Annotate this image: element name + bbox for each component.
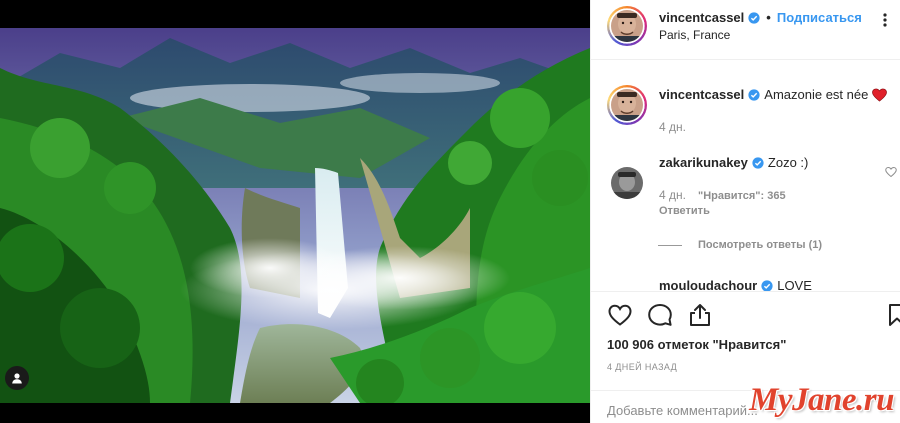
comment-meta: 4 дн. "Нравится": 365 (659, 188, 786, 202)
follow-button[interactable]: Подписаться (777, 10, 862, 25)
comment-username[interactable]: mouloudachour (659, 278, 757, 291)
waterfall-photo[interactable] (0, 28, 590, 403)
caption-author-avatar-image (611, 89, 643, 121)
likes-count[interactable]: 100 906 отметок "Нравится" (607, 337, 786, 352)
caption-time[interactable]: 4 дн. (659, 120, 686, 134)
verified-badge-icon (761, 279, 773, 291)
caption-text: Amazonie est née (764, 87, 869, 102)
comment-username[interactable]: zakarikunakey (659, 155, 748, 170)
comment-like-heart-icon[interactable] (885, 166, 897, 178)
comment-line: mouloudachour LOVE (659, 278, 812, 291)
post-author-username[interactable]: vincentcassel (659, 10, 744, 25)
reply-button[interactable]: Ответить (659, 205, 710, 217)
post-side-panel: vincentcassel • Подписаться Paris, Franc… (590, 0, 900, 423)
post-media (0, 0, 590, 423)
instagram-post-view: vincentcassel • Подписаться Paris, Franc… (0, 0, 900, 423)
user-tag-icon (12, 373, 22, 384)
post-header: vincentcassel • Подписаться Paris, Franc… (591, 0, 900, 60)
verified-badge-icon (748, 11, 760, 24)
author-avatar[interactable] (607, 6, 647, 46)
view-replies-button[interactable]: Посмотреть ответы (1) (698, 239, 822, 251)
post-author-line: vincentcassel • Подписаться (659, 10, 862, 25)
comment-text: LOVE (777, 278, 812, 291)
more-options-icon[interactable] (877, 12, 893, 28)
comments-list: vincentcassel Amazonie est née 4 дн. zak… (591, 61, 900, 291)
heart-icon[interactable] (607, 302, 633, 328)
comment-line: zakarikunakey Zozo :) (659, 155, 808, 170)
commenter-avatar[interactable] (607, 163, 647, 203)
user-tag-button[interactable] (5, 366, 29, 390)
post-location[interactable]: Paris, France (659, 28, 730, 42)
caption-line: vincentcassel Amazonie est née (659, 87, 888, 102)
red-heart-emoji-icon (872, 88, 888, 102)
comment-icon[interactable] (647, 302, 673, 328)
share-icon[interactable] (687, 302, 713, 328)
site-watermark: MyJane.ru (749, 382, 894, 418)
verified-badge-icon (752, 156, 764, 169)
comment-time[interactable]: 4 дн. (659, 188, 686, 202)
bookmark-icon[interactable] (887, 302, 900, 328)
comment-like-count[interactable]: "Нравится": 365 (698, 190, 786, 202)
author-avatar-image (611, 10, 643, 42)
caption-username[interactable]: vincentcassel (659, 87, 744, 102)
comment-text: Zozo :) (767, 155, 809, 170)
verified-badge-icon (748, 88, 760, 101)
post-date[interactable]: 4 ДНЕЙ НАЗАД (607, 362, 677, 372)
replies-divider (658, 245, 682, 246)
commenter-avatar-image (611, 167, 643, 199)
action-bar (591, 291, 900, 341)
separator-dot: • (766, 10, 771, 25)
caption-author-avatar[interactable] (607, 85, 647, 125)
